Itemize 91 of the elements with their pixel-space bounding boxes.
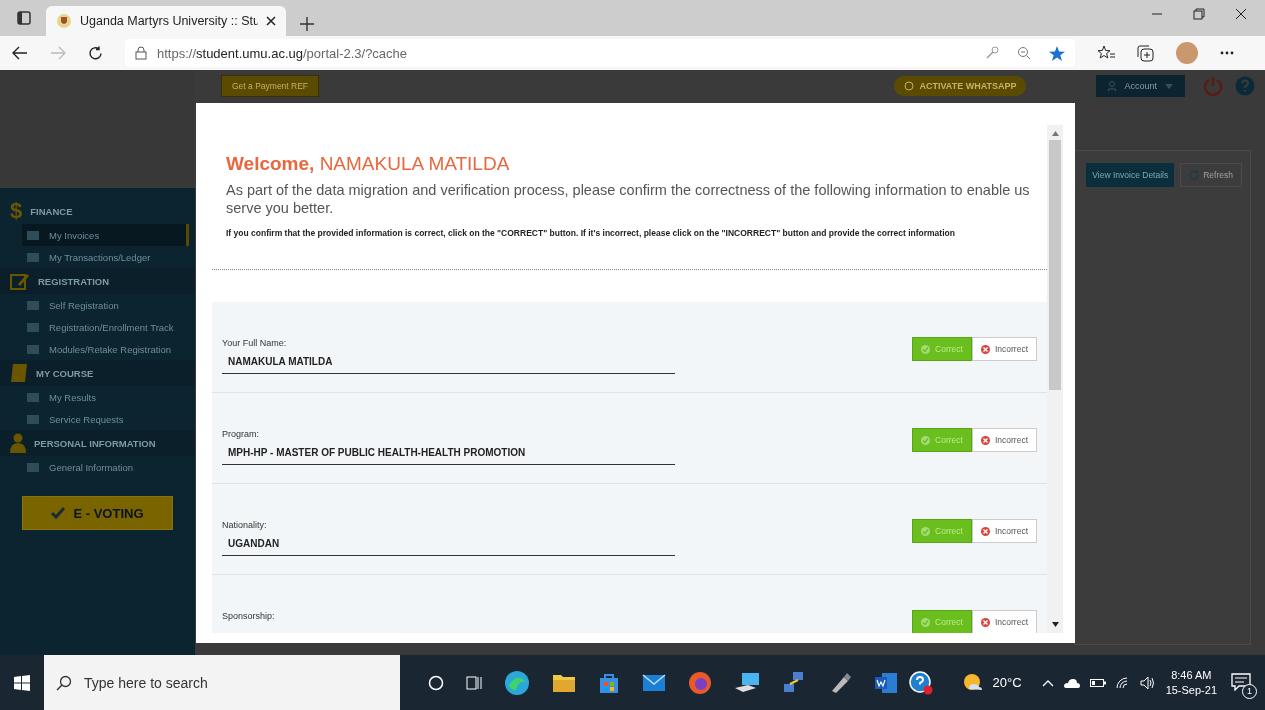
speaker-icon[interactable] xyxy=(1139,675,1156,690)
word-icon[interactable] xyxy=(874,671,898,694)
sidebar-item[interactable]: Service Requests xyxy=(0,408,195,430)
mail-icon[interactable] xyxy=(642,673,666,692)
e-voting-button[interactable]: E - VOTING xyxy=(22,496,173,530)
incorrect-button[interactable]: Incorrect xyxy=(971,610,1037,633)
view-invoice-button[interactable]: View Invoice Details xyxy=(1086,163,1175,187)
payment-ref-button[interactable]: Get a Payment REF xyxy=(221,75,320,97)
sidebar-item[interactable]: Modules/Retake Registration xyxy=(0,338,195,360)
zoom-out-icon[interactable] xyxy=(1017,46,1031,60)
check-icon xyxy=(921,435,931,445)
cloud-icon[interactable] xyxy=(1063,677,1080,688)
restore-icon[interactable] xyxy=(1193,8,1205,20)
person-icon xyxy=(10,433,26,453)
field-label: Program: xyxy=(222,429,260,439)
sidebar-item[interactable]: My Transactions/Ledger xyxy=(0,246,195,268)
forward-icon xyxy=(50,46,66,60)
whatsapp-button[interactable]: ACTIVATE WHATSAPP xyxy=(894,76,1027,96)
back-icon[interactable] xyxy=(12,46,28,60)
welcome-heading: Welcome, NAMAKULA MATILDA xyxy=(226,153,511,175)
field-value: UGANDAN xyxy=(222,530,675,556)
incorrect-button[interactable]: Incorrect xyxy=(971,428,1037,452)
sidebar-item[interactable]: My Invoices xyxy=(22,224,189,246)
check-icon xyxy=(921,617,931,627)
sidebar-item[interactable]: Self Registration xyxy=(0,294,195,316)
help-icon[interactable] xyxy=(908,670,933,695)
key-icon[interactable] xyxy=(985,46,999,60)
refresh-button[interactable]: Refresh xyxy=(1180,163,1242,187)
close-icon[interactable] xyxy=(266,16,276,26)
new-tab-icon[interactable] xyxy=(300,17,314,31)
store-icon[interactable] xyxy=(598,671,620,694)
scrollbar[interactable] xyxy=(1047,125,1063,633)
scroll-down-icon[interactable] xyxy=(1051,622,1059,627)
more-icon[interactable] xyxy=(1220,51,1234,55)
scroll-up-icon[interactable] xyxy=(1051,131,1059,136)
computer-icon[interactable] xyxy=(734,671,760,694)
crest-icon xyxy=(56,13,72,29)
tab-actions-icon[interactable] xyxy=(17,11,31,25)
edit-icon xyxy=(10,272,30,290)
check-icon xyxy=(921,526,931,536)
check-icon xyxy=(51,507,66,519)
card-icon xyxy=(26,229,40,241)
intro-text: As part of the data migration and verification process, please confirm the correctness of the following information to enable us serve you better. xyxy=(226,181,1031,217)
dollar-sign: $ xyxy=(10,198,23,224)
temperature[interactable]: 20°C xyxy=(992,675,1022,690)
battery-icon[interactable] xyxy=(1089,677,1106,688)
refresh-icon xyxy=(1189,170,1200,180)
section-title: PERSONAL INFORMATION xyxy=(34,437,156,449)
sidebar-item[interactable]: General Information xyxy=(0,456,195,478)
wifi-icon[interactable] xyxy=(1115,676,1130,689)
check-icon xyxy=(921,344,931,354)
clock[interactable]: 8:46 AM 15-Sep-21 xyxy=(1165,667,1217,698)
address-bar[interactable]: https://student.umu.ac.ug/portal-2.3/?cache xyxy=(125,39,1075,67)
field-value: MPH-HP - MASTER OF PUBLIC HEALTH-HEALTH PROMOTION xyxy=(222,439,675,465)
chevron-up-icon[interactable] xyxy=(1041,678,1054,687)
sidebar-item[interactable]: My Results xyxy=(0,386,195,408)
incorrect-button[interactable]: Incorrect xyxy=(971,519,1037,543)
close-icon[interactable] xyxy=(1235,8,1247,20)
account-button[interactable]: Account xyxy=(1096,75,1185,97)
cortana-icon[interactable] xyxy=(428,674,444,691)
caret-icon xyxy=(1165,83,1173,89)
field-label: Nationality: xyxy=(222,520,268,530)
notifications-button[interactable]: 1 xyxy=(1227,668,1255,697)
weather-icon[interactable] xyxy=(962,672,983,693)
incorrect-button[interactable]: Incorrect xyxy=(971,337,1037,361)
instruction-text: If you confirm that the provided information is correct, click on the "CORRECT" button. If it's incorrect, please click on the "INCORRECT" button and provide the correct information xyxy=(226,227,956,239)
section-title: MY COURSE xyxy=(36,367,94,379)
card-icon xyxy=(26,251,40,263)
field-label: Your Full Name: xyxy=(222,338,288,348)
cross-icon xyxy=(980,435,990,445)
network-icon[interactable] xyxy=(782,670,806,695)
search-icon xyxy=(56,674,72,691)
taskbar-search-field[interactable]: Type here to search xyxy=(44,655,400,710)
lock-icon xyxy=(135,46,147,60)
sidebar-item[interactable]: Registration/Enrollment Track xyxy=(0,316,195,338)
field-label: Sponsorship: xyxy=(222,611,276,621)
section-title: REGISTRATION xyxy=(38,275,110,287)
windows-icon[interactable] xyxy=(14,674,30,691)
field-value: NAMAKULA MATILDA xyxy=(222,348,675,374)
collections-icon[interactable] xyxy=(1137,44,1154,62)
user-icon xyxy=(1108,81,1117,91)
cross-icon xyxy=(980,526,990,536)
cross-icon xyxy=(980,344,990,354)
reload-icon[interactable] xyxy=(88,45,103,61)
star-icon[interactable] xyxy=(1049,45,1065,61)
cross-icon xyxy=(980,617,990,627)
task-view-icon[interactable] xyxy=(466,674,482,691)
section-title: FINANCE xyxy=(30,205,73,217)
folder-icon[interactable] xyxy=(552,672,576,693)
favorites-icon[interactable] xyxy=(1097,45,1115,61)
browser-icon[interactable] xyxy=(504,669,530,696)
